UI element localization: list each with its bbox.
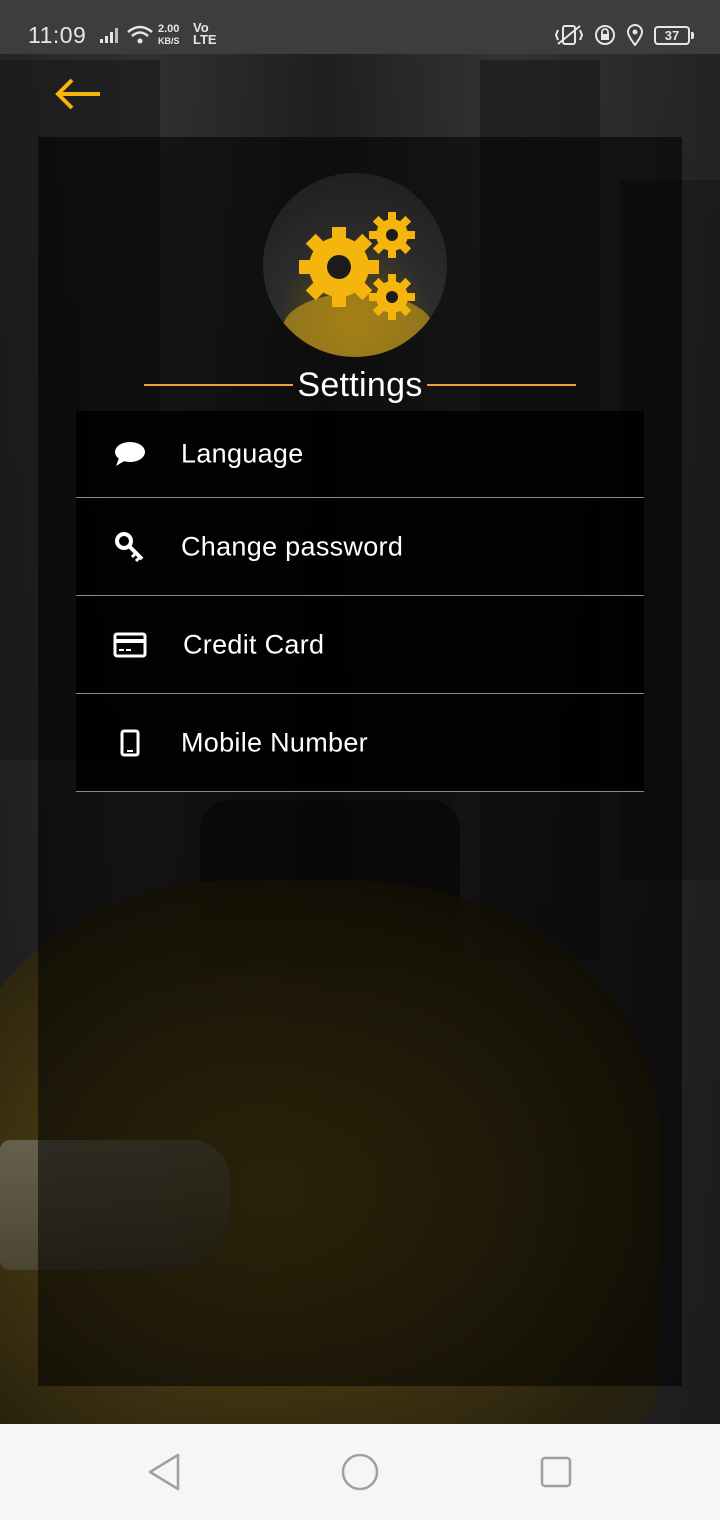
vibrate-icon (554, 25, 584, 45)
network-speed-value: 2.00 (158, 23, 180, 35)
network-speed-unit: KB/S (158, 36, 180, 46)
volte-bottom: LTE (193, 32, 217, 47)
status-bar: 11:09 2.00 KB/S Vo LTE 37 (0, 0, 720, 54)
location-icon (626, 24, 644, 46)
triangle-back-icon[interactable] (146, 1452, 182, 1492)
menu-item-mobile-number[interactable]: Mobile Number (76, 694, 644, 792)
credit-card-icon (112, 627, 148, 663)
lock-rotation-icon (595, 25, 615, 45)
signal-wifi-icon (100, 25, 153, 44)
status-right-icons: 37 (554, 24, 694, 46)
back-button[interactable] (52, 74, 104, 114)
title-divider-left (144, 384, 294, 386)
menu-item-label: Language (181, 438, 304, 469)
menu-item-change-password[interactable]: Change password (76, 498, 644, 596)
settings-title-row: Settings (144, 363, 577, 407)
chat-bubble-icon (112, 436, 148, 472)
gears-icon (299, 212, 415, 320)
menu-item-credit-card[interactable]: Credit Card (76, 596, 644, 694)
settings-menu: Language Change password Credit Card Mob… (76, 411, 644, 792)
volte-indicator: Vo LTE (193, 21, 217, 47)
arrow-left-icon (55, 78, 100, 110)
mobile-phone-icon (112, 725, 148, 761)
key-icon (112, 529, 148, 565)
title-divider-right (426, 384, 577, 386)
menu-item-language[interactable]: Language (76, 411, 644, 498)
status-time: 11:09 (28, 22, 87, 48)
battery-indicator: 37 (654, 25, 694, 45)
settings-header-image (263, 173, 447, 357)
menu-item-label: Credit Card (183, 629, 325, 659)
page-title: Settings (297, 365, 423, 404)
square-recents-icon[interactable] (538, 1452, 574, 1492)
menu-item-label: Change password (181, 531, 404, 561)
settings-panel: Settings Language Change password Credit… (38, 137, 682, 1386)
network-speed: 2.00 KB/S (158, 23, 180, 47)
navigation-bar (0, 1424, 720, 1520)
menu-item-label: Mobile Number (181, 727, 368, 757)
circle-home-icon[interactable] (340, 1452, 380, 1492)
